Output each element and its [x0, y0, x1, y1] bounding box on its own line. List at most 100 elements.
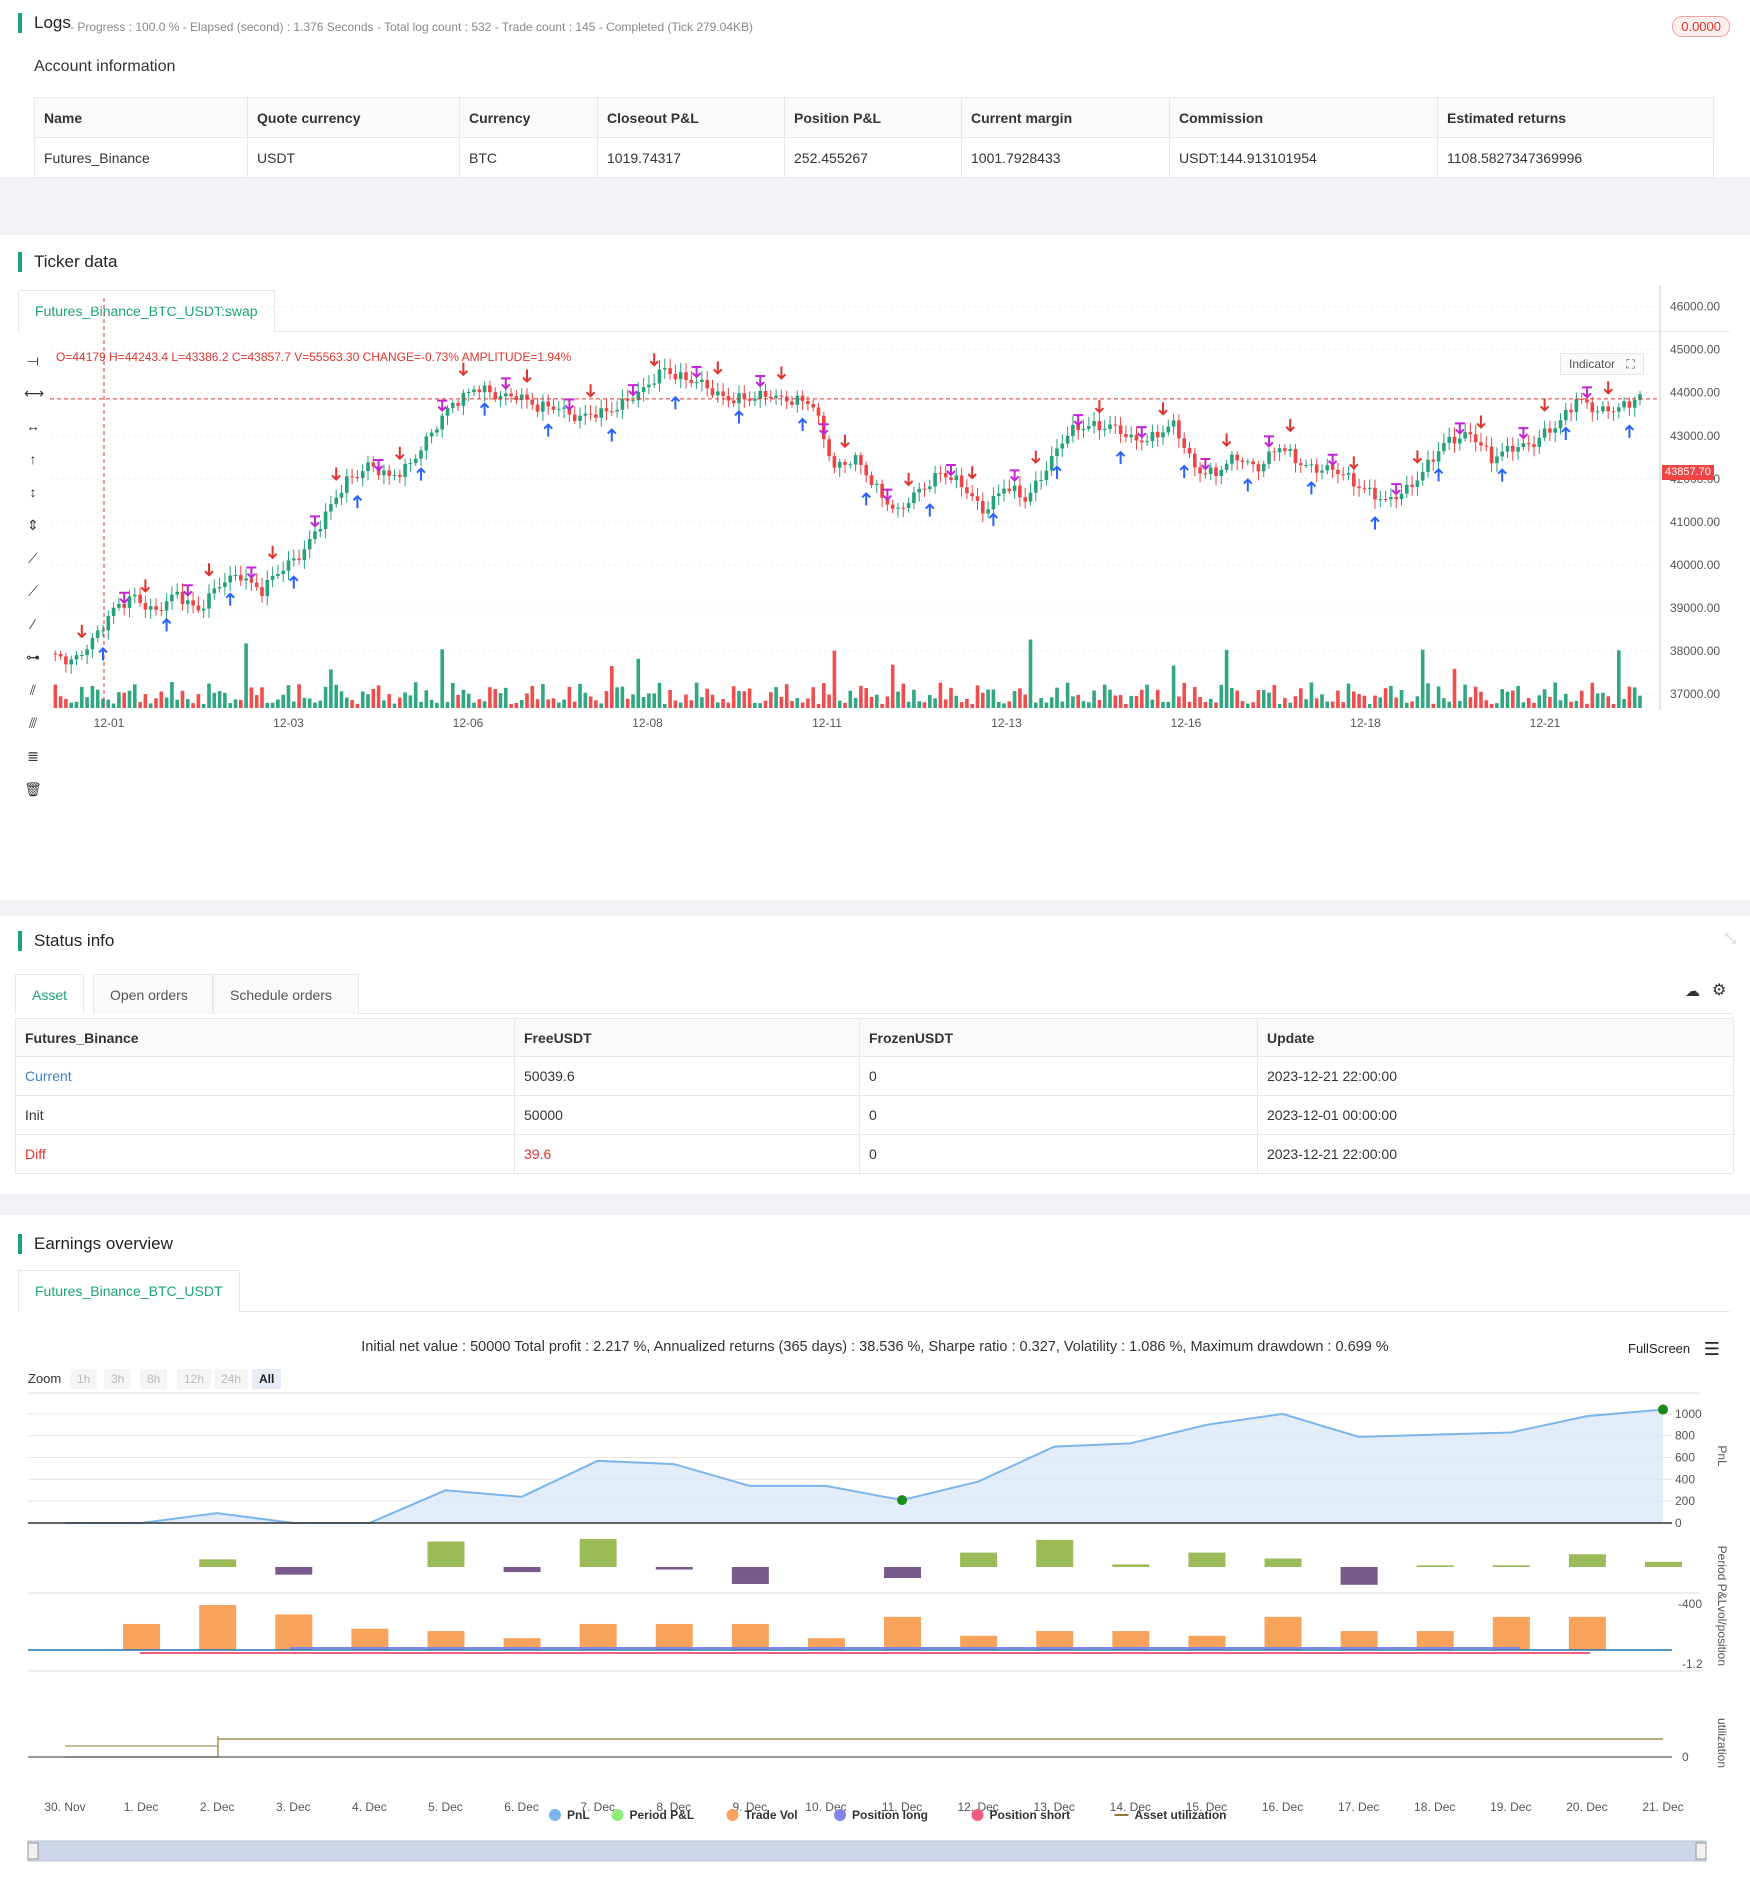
- utilization-line: [65, 1738, 1663, 1758]
- volume-bar: [837, 700, 842, 708]
- volume-bar: [1283, 697, 1287, 708]
- candle: [1426, 459, 1430, 472]
- zoom-12h[interactable]: 12h: [177, 1369, 212, 1389]
- col-name: Name: [34, 97, 248, 138]
- candle: [1309, 464, 1314, 466]
- menu-icon[interactable]: ☰: [1704, 1339, 1720, 1359]
- volume-bar: [981, 692, 985, 708]
- volume-bar: [514, 702, 519, 708]
- candle: [493, 392, 497, 400]
- trade-vol-bar: [1568, 1616, 1606, 1650]
- long-arrow-icon: [98, 647, 108, 661]
- candle: [482, 385, 487, 393]
- zoom-24h[interactable]: 24h: [214, 1369, 249, 1389]
- volume-bar: [710, 694, 715, 708]
- candle: [1357, 486, 1361, 489]
- volume-bar: [885, 696, 890, 708]
- row-label-current[interactable]: Current: [15, 1056, 515, 1096]
- cell: 0: [859, 1134, 1258, 1174]
- gear-icon[interactable]: ⚙: [1712, 980, 1726, 1000]
- volume-bar: [191, 703, 195, 708]
- volume-bar: [1330, 701, 1335, 708]
- candle: [689, 379, 694, 383]
- candlestick-chart[interactable]: 46000.0045000.0044000.0043000.0042000.00…: [0, 235, 1750, 875]
- candle: [1140, 440, 1144, 443]
- cloud-download-icon[interactable]: ☁: [1685, 982, 1700, 1000]
- volume-bar: [811, 687, 815, 708]
- volume-bar: [700, 697, 704, 708]
- earnings-chart[interactable]: 10008006004002000-400-1.20PnLPeriod P&Lv…: [0, 1391, 1750, 1891]
- volume-bar: [371, 688, 376, 708]
- volume-bar: [1134, 695, 1139, 708]
- short-arrow-icon: [649, 353, 659, 367]
- volume-bar: [631, 694, 635, 708]
- candle: [1595, 411, 1600, 413]
- candle: [1124, 434, 1128, 438]
- tab-schedule-orders[interactable]: Schedule orders: [213, 974, 359, 1014]
- long-arrow-icon: [1497, 468, 1507, 482]
- y-tick-label: 44000.00: [1670, 386, 1720, 400]
- collapse-icon[interactable]: ⤡: [1725, 930, 1736, 947]
- long-arrow-icon: [543, 423, 553, 437]
- candle: [965, 487, 969, 494]
- volume-bar: [753, 702, 757, 708]
- cell: 0: [859, 1095, 1258, 1135]
- volume-bar: [360, 691, 365, 708]
- volume-bar: [954, 695, 959, 708]
- cell: BTC: [459, 137, 598, 178]
- candle: [212, 588, 217, 594]
- close-marker-icon: [1264, 435, 1274, 448]
- y-tick-label: 39000.00: [1670, 601, 1720, 615]
- tab-earnings-symbol[interactable]: Futures_Binance_BTC_USDT: [18, 1270, 240, 1312]
- cell: 1019.74317: [597, 137, 785, 178]
- volume-bar: [928, 695, 932, 708]
- volume-bar: [207, 683, 211, 708]
- volume-bar: [1473, 686, 1478, 708]
- cell: 2023-12-01 00:00:00: [1257, 1095, 1734, 1135]
- volume-bar: [933, 698, 937, 708]
- candle: [64, 656, 68, 665]
- volume-bar: [551, 698, 556, 708]
- short-arrow-icon: [77, 624, 87, 639]
- candle: [588, 413, 593, 415]
- volume-bar: [996, 701, 1001, 708]
- volume-bar: [307, 698, 312, 708]
- zoom-all[interactable]: All: [252, 1369, 282, 1389]
- volume-bar: [90, 685, 95, 708]
- volume-bar: [779, 696, 784, 708]
- period-pnl-bar: [731, 1567, 769, 1584]
- candle: [684, 372, 688, 380]
- x-tick-label: 2. Dec: [200, 1800, 235, 1814]
- cell: 2023-12-21 22:00:00: [1257, 1134, 1734, 1174]
- zoom-8h[interactable]: 8h: [140, 1369, 168, 1389]
- tab-open-orders[interactable]: Open orders: [93, 974, 213, 1014]
- volume-bar: [769, 692, 773, 708]
- candle: [875, 483, 879, 486]
- account-row: Futures_Binance USDT BTC 1019.74317 252.…: [34, 137, 1714, 178]
- candle: [1314, 464, 1319, 473]
- candle: [1023, 497, 1027, 502]
- volume-bar: [869, 696, 874, 708]
- candle: [1346, 473, 1351, 475]
- close-marker-icon: [1454, 422, 1465, 435]
- fullscreen-label: FullScreen: [1628, 1341, 1691, 1356]
- period-pnl-bar: [1568, 1554, 1606, 1567]
- volume-bar: [1452, 668, 1457, 708]
- zoom-3h[interactable]: 3h: [104, 1369, 132, 1389]
- tab-asset[interactable]: Asset: [15, 974, 85, 1014]
- candle: [133, 594, 137, 597]
- volume-bar: [1553, 682, 1557, 708]
- candle: [1293, 449, 1298, 464]
- fullscreen-button[interactable]: FullScreen ☰: [1628, 1339, 1720, 1360]
- volume-bar: [917, 701, 921, 708]
- candle: [1537, 437, 1542, 447]
- candle: [186, 600, 190, 605]
- volume-bar: [705, 688, 709, 708]
- candle: [360, 471, 365, 479]
- volume-bar: [1558, 700, 1563, 708]
- candle: [615, 409, 619, 412]
- zoom-1h[interactable]: 1h: [70, 1369, 98, 1389]
- candle: [1590, 402, 1595, 413]
- volume-bar: [1579, 690, 1584, 708]
- col-frozen-usdt: FrozenUSDT: [859, 1018, 1258, 1057]
